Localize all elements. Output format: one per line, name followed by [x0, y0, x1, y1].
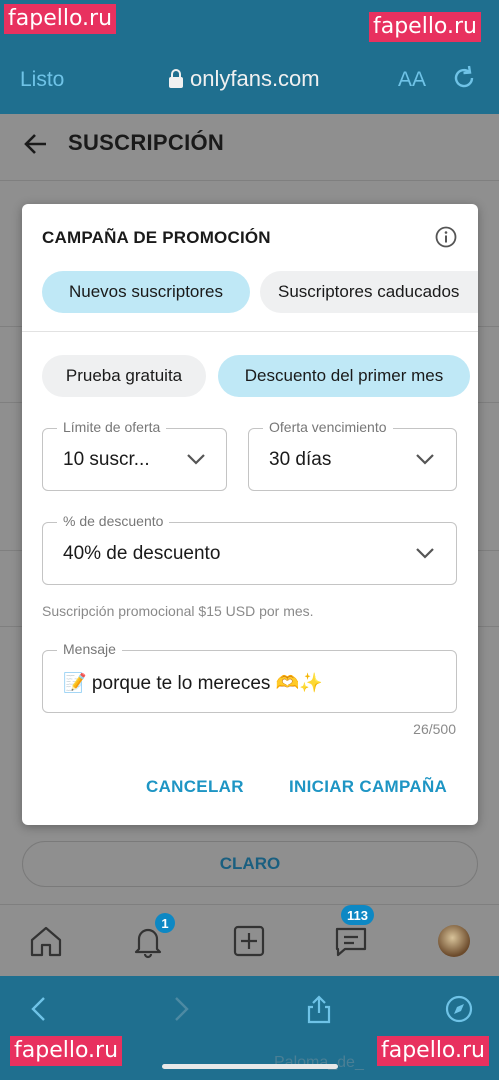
offer-expiration-label: Oferta vencimiento	[263, 419, 393, 435]
text-size-button[interactable]: AA	[398, 68, 426, 92]
discount-value: 40% de descuento	[63, 543, 221, 564]
offer-limit-value: 10 suscr...	[63, 449, 150, 470]
share-icon[interactable]	[304, 994, 334, 1024]
watermark-bottom-right: fapello.ru	[376, 1036, 489, 1066]
reload-icon[interactable]	[450, 64, 478, 92]
discount-percent-select[interactable]: % de descuento 40% de descuento	[42, 513, 457, 585]
add-post-icon[interactable]	[231, 923, 267, 959]
done-button[interactable]: Listo	[20, 68, 64, 92]
chevron-down-icon	[187, 454, 205, 465]
avatar[interactable]	[438, 925, 470, 957]
dialog-title: CAMPAÑA DE PROMOCIÓN	[42, 228, 271, 247]
info-icon[interactable]	[434, 225, 458, 249]
url-text: onlyfans.com	[190, 66, 320, 91]
divider	[0, 180, 499, 181]
character-counter: 26/500	[413, 721, 456, 737]
watermark-top-right: fapello.ru	[368, 12, 481, 42]
tab-expired-subscribers[interactable]: Suscriptores caducados	[260, 271, 478, 313]
address-bar[interactable]: onlyfans.com	[168, 66, 320, 92]
tab-new-subscribers[interactable]: Nuevos suscriptores	[42, 271, 250, 313]
offer-limit-select[interactable]: Límite de oferta 10 suscr...	[42, 419, 227, 491]
chevron-down-icon	[416, 548, 434, 559]
chevron-down-icon	[416, 454, 434, 465]
promotion-campaign-dialog: CAMPAÑA DE PROMOCIÓN Nuevos suscriptores…	[22, 204, 478, 825]
browser-toolbar: Listo onlyfans.com AA	[0, 48, 499, 114]
offer-limit-label: Límite de oferta	[57, 419, 167, 435]
browser-back-icon[interactable]	[24, 994, 54, 1024]
bottom-tab-bar: 1 113	[0, 904, 499, 974]
page-title: SUSCRIPCIÓN	[68, 130, 225, 155]
lock-icon	[169, 69, 183, 88]
notifications-badge: 1	[155, 913, 175, 933]
free-trial-option[interactable]: Prueba gratuita	[42, 355, 206, 397]
watermark-bottom-left: fapello.ru	[10, 1036, 123, 1066]
home-indicator[interactable]	[162, 1064, 338, 1069]
messages-icon[interactable]	[333, 923, 369, 959]
cancel-button[interactable]: CANCELAR	[146, 777, 244, 797]
watermark-top-left: fapello.ru	[4, 4, 117, 34]
message-value: 📝 porque te lo mereces 🫶✨	[63, 673, 324, 694]
offer-expiration-select[interactable]: Oferta vencimiento 30 días	[248, 419, 457, 491]
offer-expiration-value: 30 días	[269, 449, 332, 470]
compass-icon[interactable]	[444, 994, 474, 1024]
page-header: SUSCRIPCIÓN	[0, 114, 499, 180]
back-arrow-icon[interactable]	[22, 130, 50, 158]
messages-badge: 113	[341, 905, 374, 925]
browser-forward-icon[interactable]	[166, 994, 196, 1024]
home-icon[interactable]	[28, 923, 64, 959]
message-input[interactable]: Mensaje 📝 porque te lo mereces 🫶✨	[42, 641, 457, 713]
divider	[22, 331, 478, 332]
discount-label: % de descuento	[57, 513, 170, 529]
message-label: Mensaje	[57, 641, 122, 657]
username-text: Paloma_de_	[274, 1054, 364, 1071]
start-campaign-button[interactable]: INICIAR CAMPAÑA	[289, 777, 447, 797]
promo-price-hint: Suscripción promocional $15 USD por mes.	[42, 603, 314, 619]
clear-button[interactable]: CLARO	[22, 841, 478, 887]
first-month-discount-option[interactable]: Descuento del primer mes	[218, 355, 470, 397]
